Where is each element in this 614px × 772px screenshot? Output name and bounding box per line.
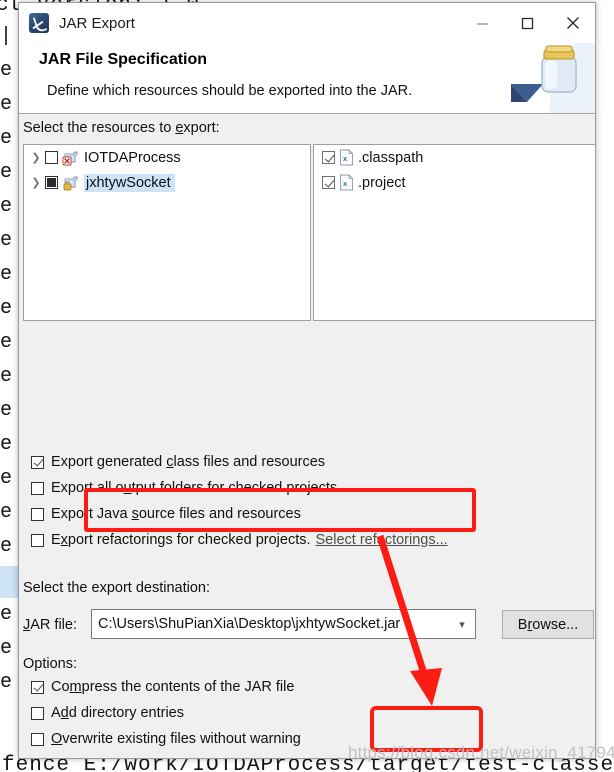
jar-export-dialog: JAR Export JAR File Specification Define…	[18, 2, 596, 759]
options-label: Options:	[23, 656, 77, 672]
chevron-down-icon[interactable]: ▾	[449, 618, 475, 631]
checkbox-label: Export generated class files and resourc…	[51, 454, 326, 470]
browse-button[interactable]: Browse...	[502, 610, 594, 639]
destination-label: Select the export destination:	[23, 580, 211, 596]
maximize-icon[interactable]	[505, 3, 550, 43]
checkbox-label: Add directory entries	[51, 705, 184, 721]
dialog-body: Select the resources to export: ❯ IOTDAP…	[19, 114, 596, 759]
jar-file-path-input[interactable]: C:\Users\ShuPianXia\Desktop\jxhtywSocket…	[92, 616, 449, 632]
list-item[interactable]: x .classpath	[314, 145, 595, 170]
checkbox-label: Export Java source files and resources	[51, 506, 301, 522]
table-row[interactable]: ❯ IOTDAProcess	[24, 145, 310, 170]
checkbox-export-java-sources[interactable]: Export Java source files and resources	[31, 506, 301, 522]
projects-tree[interactable]: ❯ IOTDAProcess ❯ jxhtywSocket	[23, 144, 311, 321]
close-icon[interactable]	[550, 3, 595, 43]
checkbox-label: Compress the contents of the JAR file	[51, 679, 295, 695]
checkbox[interactable]	[31, 533, 44, 547]
checkbox-add-directory-entries[interactable]: Add directory entries	[31, 705, 184, 721]
checkbox-export-refactorings[interactable]: Export refactorings for checked projects…	[31, 532, 448, 548]
page-title: JAR File Specification	[39, 51, 208, 68]
file-name: .classpath	[358, 149, 424, 166]
checkbox[interactable]	[31, 732, 44, 746]
dialog-header: JAR File Specification Define which reso…	[19, 43, 595, 114]
resources-label: Select the resources to export:	[23, 120, 220, 136]
java-jar-export-icon	[29, 13, 49, 33]
chevron-right-icon[interactable]: ❯	[27, 176, 45, 189]
jar-file-label: JAR file:	[23, 617, 77, 633]
checkbox[interactable]	[31, 481, 44, 495]
file-checkbox[interactable]	[322, 151, 335, 164]
select-refactorings-link[interactable]: Select refactorings...	[316, 532, 448, 548]
page-description: Define which resources should be exporte…	[47, 83, 413, 99]
xml-file-icon: x	[339, 149, 354, 166]
jar-file-path-combo[interactable]: C:\Users\ShuPianXia\Desktop\jxhtywSocket…	[91, 609, 476, 639]
checkbox-overwrite-existing[interactable]: Overwrite existing files without warning	[31, 731, 301, 747]
file-name: .project	[358, 174, 406, 191]
project-checkbox[interactable]	[45, 151, 58, 164]
checkbox-export-class-files[interactable]: Export generated class files and resourc…	[31, 454, 325, 470]
jar-banner-icon	[503, 43, 595, 113]
checkbox[interactable]	[31, 455, 44, 469]
dialog-title: JAR Export	[59, 14, 135, 32]
chevron-right-icon[interactable]: ❯	[27, 151, 45, 164]
minimize-icon[interactable]	[460, 3, 505, 43]
files-list[interactable]: x .classpath x .project	[313, 144, 596, 321]
checkbox[interactable]	[31, 680, 44, 694]
checkbox-label: Export refactorings for checked projects…	[51, 532, 311, 548]
window-controls	[460, 3, 595, 43]
checkbox-label: Overwrite existing files without warning	[51, 731, 301, 747]
checkbox-export-output-folders[interactable]: Export all output folders for checked pr…	[31, 480, 337, 496]
xml-file-icon: x	[339, 174, 354, 191]
background-selection	[0, 566, 20, 598]
list-item[interactable]: x .project	[314, 170, 595, 195]
checkbox-compress-jar[interactable]: Compress the contents of the JAR file	[31, 679, 294, 695]
checkbox[interactable]	[31, 507, 44, 521]
project-error-icon	[62, 150, 79, 166]
checkbox[interactable]	[31, 706, 44, 720]
watermark: https://blog.csdn.net/weixin_41794433	[348, 743, 614, 762]
file-checkbox[interactable]	[322, 176, 335, 189]
project-name: jxhtywSocket	[84, 173, 175, 192]
table-row[interactable]: ❯ jxhtywSocket	[24, 170, 310, 195]
checkbox-label: Export all output folders for checked pr…	[51, 480, 338, 496]
project-warning-icon	[62, 175, 79, 191]
project-name: IOTDAProcess	[84, 149, 181, 166]
dialog-titlebar[interactable]: JAR Export	[19, 3, 595, 43]
project-checkbox[interactable]	[45, 176, 58, 189]
